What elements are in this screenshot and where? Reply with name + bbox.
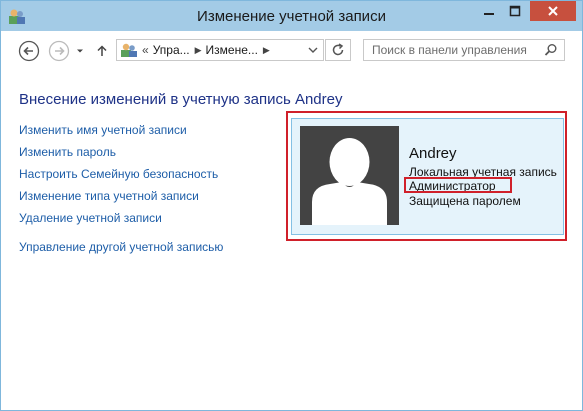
window: Изменение учетной записи « Упра... ▶ Изм… xyxy=(0,0,583,411)
chevron-down-icon xyxy=(77,49,83,53)
search-icon[interactable] xyxy=(544,43,558,57)
maximize-icon xyxy=(509,5,521,17)
up-button[interactable] xyxy=(93,40,111,62)
manage-other-account-link[interactable]: Управление другой учетной записью xyxy=(19,240,223,262)
breadcrumb-separator-icon[interactable]: ▶ xyxy=(195,45,202,56)
control-panel-users-icon xyxy=(121,43,137,57)
change-account-type-link[interactable]: Изменение типа учетной записи xyxy=(19,189,223,211)
forward-button[interactable] xyxy=(48,40,70,62)
close-button[interactable] xyxy=(530,1,576,21)
recent-locations-button[interactable] xyxy=(72,40,88,62)
maximize-button[interactable] xyxy=(502,1,528,21)
family-safety-link[interactable]: Настроить Семейную безопасность xyxy=(19,167,223,189)
address-dropdown-button[interactable] xyxy=(307,43,319,60)
delete-account-link[interactable]: Удаление учетной записи xyxy=(19,211,223,233)
minimize-icon xyxy=(484,13,494,15)
user-silhouette-icon xyxy=(312,138,387,225)
close-icon xyxy=(548,6,558,16)
change-password-link[interactable]: Изменить пароль xyxy=(19,145,223,167)
breadcrumb-separator-icon[interactable]: ▶ xyxy=(263,45,270,56)
avatar xyxy=(300,126,399,225)
back-button[interactable] xyxy=(18,40,40,62)
navigation-bar: « Упра... ▶ Измене... ▶ Поиск в панели у… xyxy=(1,31,582,70)
back-arrow-icon xyxy=(18,40,40,62)
page-heading: Внесение изменений в учетную запись Andr… xyxy=(19,91,343,108)
task-links: Изменить имя учетной записи Изменить пар… xyxy=(19,123,223,262)
account-protection: Защищена паролем xyxy=(409,194,521,208)
title-bar[interactable]: Изменение учетной записи xyxy=(1,1,582,31)
minimize-button[interactable] xyxy=(476,1,502,21)
address-bar[interactable]: « Упра... ▶ Измене... ▶ xyxy=(116,39,324,61)
search-input[interactable]: Поиск в панели управления xyxy=(363,39,565,61)
account-name: Andrey xyxy=(409,145,457,162)
forward-arrow-icon xyxy=(48,40,70,62)
breadcrumb-item[interactable]: Упра... xyxy=(153,43,190,57)
breadcrumb-item[interactable]: Измене... xyxy=(206,43,258,57)
role-highlight-frame xyxy=(404,177,512,193)
chevron-down-icon xyxy=(308,47,318,53)
up-arrow-icon xyxy=(97,45,107,56)
search-placeholder: Поиск в панели управления xyxy=(372,43,527,57)
breadcrumb-overflow[interactable]: « xyxy=(142,43,149,57)
refresh-button[interactable] xyxy=(325,39,351,61)
refresh-icon xyxy=(332,43,344,56)
change-name-link[interactable]: Изменить имя учетной записи xyxy=(19,123,223,145)
